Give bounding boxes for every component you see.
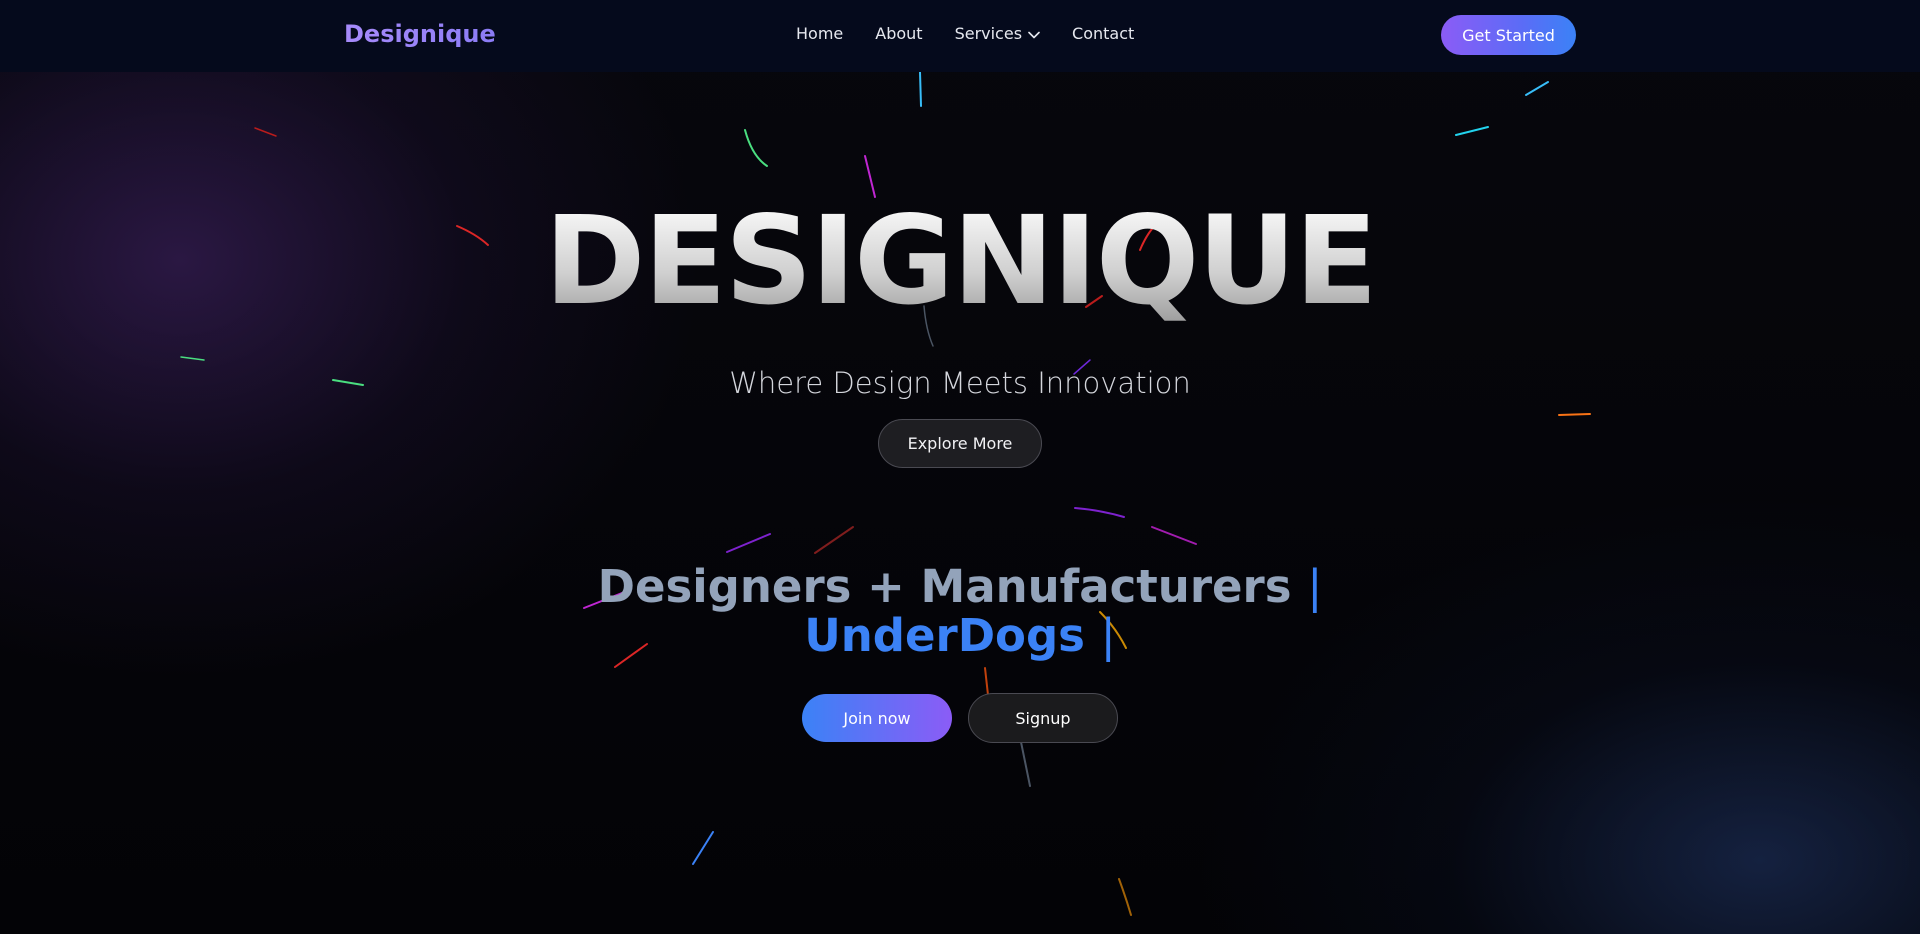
nav-link-services[interactable]: Services [955, 24, 1040, 43]
hero-tagline: Where Design Meets Innovation [729, 366, 1191, 400]
headline-line-2-text: UnderDogs [804, 609, 1085, 662]
nav-link-about[interactable]: About [875, 24, 922, 43]
nav-link-services-label: Services [954, 24, 1023, 43]
brand-logo[interactable]: Designique [344, 20, 496, 48]
nav-link-about-label: About [875, 24, 923, 43]
join-now-button[interactable]: Join now [802, 694, 952, 742]
signup-button[interactable]: Signup [968, 693, 1118, 743]
nav-link-contact[interactable]: Contact [1072, 24, 1134, 43]
headline-line-2: UnderDogs | [0, 611, 1920, 660]
nav-link-home[interactable]: Home [796, 24, 843, 43]
typed-headline: Designers + Manufacturers | UnderDogs | [0, 562, 1920, 660]
get-started-button[interactable]: Get Started [1441, 15, 1576, 55]
hero-title: DESIGNIQUE [0, 196, 1920, 326]
chevron-down-icon [1028, 24, 1040, 43]
nav-link-home-label: Home [796, 24, 844, 43]
nav-link-contact-label: Contact [1072, 24, 1135, 43]
typing-cursor: | [1100, 609, 1116, 662]
explore-more-button[interactable]: Explore More [878, 419, 1042, 468]
nav-links: Home About Services Contact [796, 24, 1166, 43]
headline-line-1-text: Designers + Manufacturers [597, 560, 1292, 613]
typing-cursor: | [1307, 560, 1323, 613]
top-navbar: Designique Home About Services Contact G… [0, 0, 1920, 72]
headline-line-1: Designers + Manufacturers | [0, 562, 1920, 611]
